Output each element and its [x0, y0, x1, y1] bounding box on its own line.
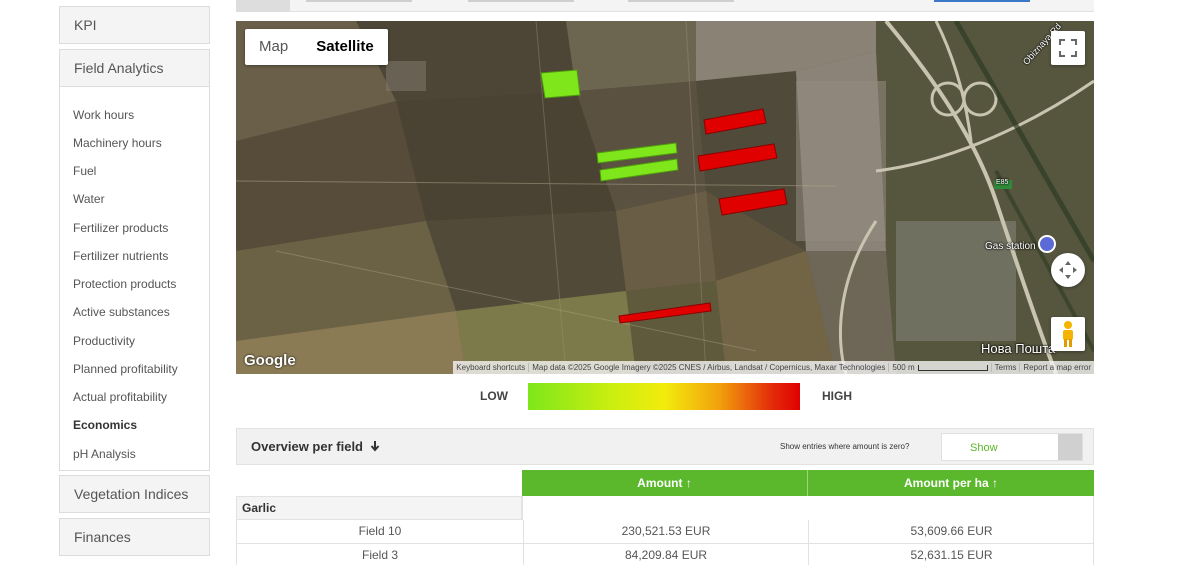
filter-tab[interactable]: [236, 0, 290, 12]
sidebar-section-label: KPI: [74, 17, 97, 33]
sidebar-section-field-analytics[interactable]: Field Analytics: [59, 49, 210, 87]
legend-gradient: [528, 383, 800, 410]
scale-control[interactable]: 500 m: [888, 363, 990, 372]
field-name-cell: Field 10: [358, 524, 402, 538]
sidebar-item-work-hours[interactable]: Work hours: [73, 108, 134, 122]
sidebar-section-finances[interactable]: Finances: [59, 518, 210, 556]
overview-header: Overview per field Show entries where am…: [236, 428, 1094, 465]
sidebar-section-label: Field Analytics: [74, 60, 164, 76]
zero-entries-label: Show entries where amount is zero?: [780, 442, 910, 451]
overview-title[interactable]: Overview per field: [251, 439, 380, 454]
show-zero-toggle[interactable]: Show: [941, 433, 1083, 461]
toggle-knob: [1058, 434, 1082, 460]
map-data-text: Map data ©2025 Google Imagery ©2025 CNES…: [528, 363, 888, 372]
street-view-button[interactable]: [1051, 317, 1085, 351]
sidebar-item-planned-profitability[interactable]: Planned profitability: [73, 362, 178, 376]
gas-station-label: Gas station: [985, 241, 1036, 252]
field-polygon-green: [540, 69, 581, 99]
filter-dropdown[interactable]: [628, 0, 734, 2]
table-row[interactable]: Field 10 230,521.53 EUR 53,609.66 EUR: [236, 520, 1094, 544]
column-header-amount-per-ha[interactable]: Amount per ha ↑: [807, 470, 1094, 496]
field-analytics-submenu: Work hours Machinery hours Fuel Water Fe…: [59, 87, 210, 471]
crop-group-row: Garlic: [236, 496, 522, 520]
sidebar-item-actual-profitability[interactable]: Actual profitability: [73, 390, 167, 404]
keyboard-shortcuts-link[interactable]: Keyboard shortcuts: [453, 363, 528, 372]
sidebar-section-vegetation-indices[interactable]: Vegetation Indices: [59, 475, 210, 513]
crop-group-row-empty: [522, 496, 1094, 520]
overview-title-text: Overview per field: [251, 439, 363, 454]
amount-cell: 230,521.53 EUR: [523, 520, 808, 543]
filter-bar: [236, 0, 1094, 12]
sidebar-item-fertilizer-products[interactable]: Fertilizer products: [73, 221, 168, 235]
highway-label: E85: [996, 179, 1009, 186]
map-attribution: Keyboard shortcuts Map data ©2025 Google…: [453, 361, 1094, 374]
pegman-icon: [1063, 321, 1073, 347]
amount-per-ha-cell: 53,609.66 EUR: [808, 520, 1094, 543]
terms-link[interactable]: Terms: [990, 363, 1020, 372]
poshta-label: Нова Пошта: [981, 341, 1056, 356]
column-header-amount[interactable]: Amount ↑: [522, 470, 807, 496]
sidebar-item-active-substances[interactable]: Active substances: [73, 305, 170, 319]
sidebar-section-label: Finances: [74, 529, 131, 545]
map-type-control: Map Satellite: [245, 29, 388, 65]
sidebar-item-ph-analysis[interactable]: pH Analysis: [73, 447, 136, 461]
scale-label: 500 m: [892, 363, 915, 372]
fullscreen-icon: [1059, 39, 1077, 57]
sidebar-item-economics[interactable]: Economics: [73, 418, 137, 432]
sidebar-item-machinery-hours[interactable]: Machinery hours: [73, 136, 162, 150]
legend-low-label: LOW: [480, 389, 508, 403]
legend-high-label: HIGH: [822, 389, 852, 403]
gas-station-icon[interactable]: [1038, 235, 1056, 253]
sidebar-item-protection-products[interactable]: Protection products: [73, 277, 176, 291]
sidebar-item-fertilizer-nutrients[interactable]: Fertilizer nutrients: [73, 249, 168, 263]
arrow-down-icon: [370, 441, 379, 452]
filter-link[interactable]: [934, 0, 1030, 2]
rotate-button[interactable]: [1051, 253, 1085, 287]
satellite-imagery: [236, 21, 1094, 374]
amount-cell: 84,209.84 EUR: [523, 544, 808, 565]
sidebar-item-fuel[interactable]: Fuel: [73, 164, 96, 178]
sidebar-section-kpi[interactable]: KPI: [59, 6, 210, 44]
page: KPI Field Analytics Work hours Machinery…: [0, 0, 1200, 565]
filter-dropdown[interactable]: [306, 0, 412, 2]
map-type-satellite-button[interactable]: Satellite: [302, 29, 388, 65]
sidebar: KPI Field Analytics Work hours Machinery…: [59, 0, 210, 565]
fullscreen-button[interactable]: [1051, 31, 1085, 65]
sidebar-section-label: Vegetation Indices: [74, 486, 189, 502]
map-type-map-button[interactable]: Map: [245, 29, 302, 65]
move-icon: [1059, 261, 1077, 279]
sidebar-item-productivity[interactable]: Productivity: [73, 334, 135, 348]
toggle-label: Show: [970, 442, 998, 454]
report-error-link[interactable]: Report a map error: [1019, 363, 1094, 372]
sidebar-item-water[interactable]: Water: [73, 192, 105, 206]
google-logo: Google: [244, 352, 296, 369]
field-name-cell: Field 3: [361, 548, 399, 562]
amount-per-ha-cell: 52,631.15 EUR: [808, 544, 1094, 565]
table-row[interactable]: Field 3 84,209.84 EUR 52,631.15 EUR: [236, 544, 1094, 565]
filter-dropdown[interactable]: [468, 0, 574, 2]
satellite-map[interactable]: Obiznaya Rd E85 Gas station Нова Пошта M…: [236, 21, 1094, 374]
scale-bar: [917, 364, 988, 371]
